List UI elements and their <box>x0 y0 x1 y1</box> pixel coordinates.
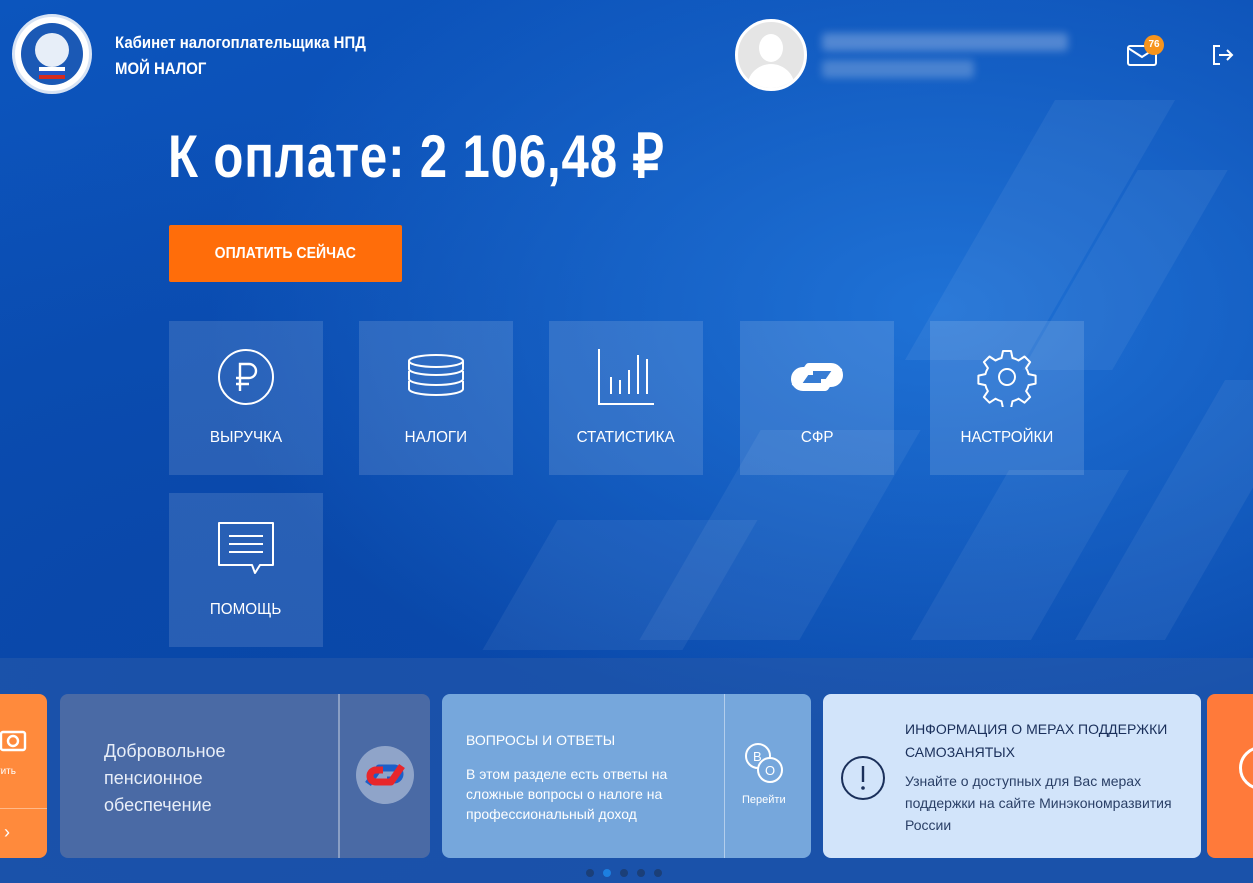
tile-revenue[interactable]: ВЫРУЧКА <box>169 321 323 475</box>
svg-text:О: О <box>765 763 775 778</box>
app-title-line2: МОЙ НАЛОГ <box>115 59 207 78</box>
user-inn-blurred <box>822 60 974 78</box>
promo-card-support[interactable]: ИНФОРМАЦИЯ О МЕРАХ ПОДДЕРЖКИ САМОЗАНЯТЫХ… <box>823 694 1201 858</box>
divider <box>338 694 340 858</box>
carousel-dot[interactable] <box>620 869 628 877</box>
sfr-logo-icon <box>791 363 843 391</box>
chat-icon <box>218 522 274 574</box>
support-title: ИНФОРМАЦИЯ О МЕРАХ ПОДДЕРЖКИ САМОЗАНЯТЫХ <box>905 721 1168 760</box>
pay-now-button[interactable]: ОПЛАТИТЬ СЕЙЧАС <box>169 225 402 282</box>
chevron-right-icon[interactable]: › <box>4 822 10 843</box>
tile-label: ВЫРУЧКА <box>209 429 283 446</box>
divider <box>0 808 47 809</box>
tile-settings[interactable]: НАСТРОЙКИ <box>930 321 1084 475</box>
partial-ring-icon <box>1239 746 1253 790</box>
carousel-dot[interactable] <box>586 869 594 877</box>
fns-emblem <box>21 23 83 85</box>
tile-label: СФР <box>800 429 834 446</box>
carousel-dot[interactable] <box>654 869 662 877</box>
gear-icon <box>977 350 1037 407</box>
camera-icon <box>0 730 27 752</box>
coins-stack-icon <box>408 354 464 396</box>
app-title: Кабинет налогоплательщика НПД МОЙ НАЛОГ <box>115 30 366 82</box>
ruble-icon <box>218 349 274 405</box>
tile-help[interactable]: ПОМОЩЬ <box>169 493 323 647</box>
tile-label: СТАТИСТИКА <box>576 429 676 446</box>
tile-taxes[interactable]: НАЛОГИ <box>359 321 513 475</box>
fns-logo[interactable] <box>12 14 92 94</box>
sfr-badge <box>356 746 414 804</box>
avatar-head <box>759 34 783 62</box>
tile-label: ПОМОЩЬ <box>210 601 282 618</box>
carousel-dots <box>586 869 662 877</box>
question-answer-icon: В О <box>745 743 783 783</box>
partial-card-label: тить <box>0 766 16 777</box>
russian-flag-icon <box>39 67 65 79</box>
logout-icon[interactable] <box>1210 42 1236 68</box>
user-name-blurred <box>822 33 1068 51</box>
promo-card-partial-right[interactable] <box>1207 694 1253 858</box>
tile-label: НАСТРОЙКИ <box>960 429 1054 446</box>
promo-card-faq[interactable]: ВОПРОСЫ И ОТВЕТЫ В этом разделе есть отв… <box>442 694 811 858</box>
user-avatar[interactable] <box>735 19 807 91</box>
bar-chart-icon <box>598 349 654 405</box>
faq-description: В этом разделе есть ответы на сложные во… <box>466 766 668 822</box>
info-alert-icon <box>841 756 885 800</box>
eagle-emblem-icon <box>35 33 69 67</box>
carousel-dot[interactable] <box>637 869 645 877</box>
carousel-dot-active[interactable] <box>603 869 611 877</box>
divider <box>724 694 725 858</box>
pension-text: Добровольное пенсионное обеспечение <box>104 741 226 815</box>
amount-due: К оплате: 2 106,48 ₽ <box>168 123 665 190</box>
faq-go-link[interactable]: Перейти <box>742 794 786 806</box>
support-description: Узнайте о доступных для Вас мерах поддер… <box>905 773 1172 833</box>
tile-statistics[interactable]: СТАТИСТИКА <box>549 321 703 475</box>
mail-count-badge: 76 <box>1144 35 1164 55</box>
faq-title: ВОПРОСЫ И ОТВЕТЫ <box>466 732 616 748</box>
pay-now-label: ОПЛАТИТЬ СЕЙЧАС <box>214 244 357 262</box>
promo-card-partial-left[interactable]: тить › <box>0 694 47 858</box>
app-title-line1: Кабинет налогоплательщика НПД <box>115 33 366 52</box>
avatar-shoulders <box>747 64 795 88</box>
promo-card-pension[interactable]: Добровольное пенсионное обеспечение <box>60 694 430 858</box>
tile-label: НАЛОГИ <box>404 429 468 446</box>
sfr-logo-icon <box>365 764 405 786</box>
tile-sfr[interactable]: СФР <box>740 321 894 475</box>
